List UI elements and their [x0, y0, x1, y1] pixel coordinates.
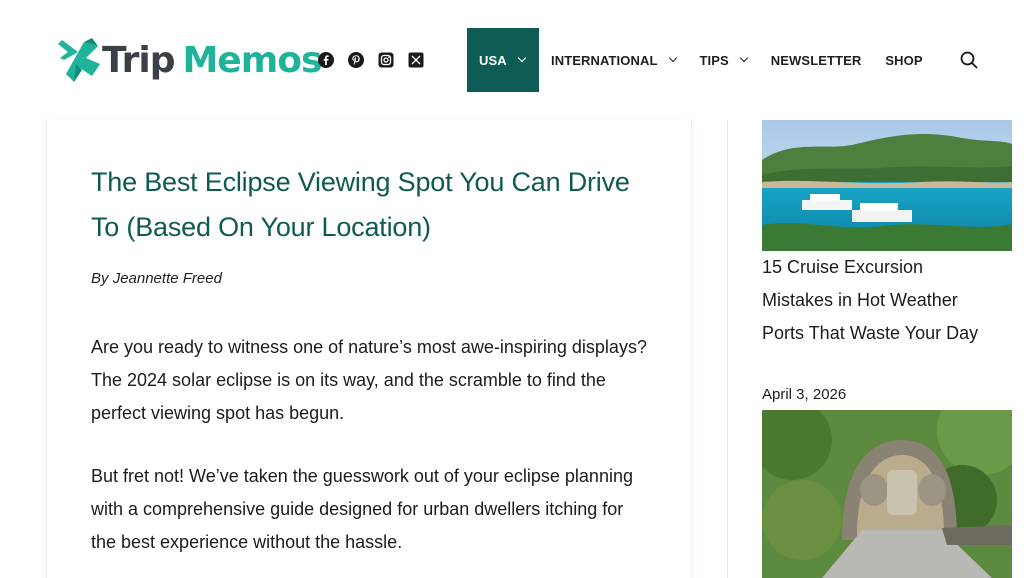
- logo-text-memos: Memos: [182, 39, 322, 81]
- instagram-icon[interactable]: [378, 52, 394, 68]
- site-header: Trip Memos USA INTERNATIONAL TIPS NEWSLET…: [0, 0, 1028, 120]
- nav-item-label: INTERNATIONAL: [551, 52, 658, 68]
- article-paragraph: Are you ready to witness one of nature’s…: [91, 337, 647, 423]
- chevron-down-icon: [668, 53, 677, 63]
- social-links: [318, 52, 424, 68]
- article-title: The Best Eclipse Viewing Spot You Can Dr…: [91, 167, 630, 242]
- sidebar-divider: [727, 120, 728, 578]
- nav-item-label: TIPS: [699, 52, 729, 68]
- site-logo[interactable]: Trip Memos: [56, 34, 322, 86]
- chevron-down-icon: [739, 53, 749, 63]
- logo-plane-icon: [56, 34, 106, 86]
- pinterest-icon[interactable]: [348, 52, 364, 68]
- nav-item-international[interactable]: INTERNATIONAL: [539, 28, 688, 92]
- nav-item-tips[interactable]: TIPS: [688, 28, 759, 92]
- sidebar-post-image[interactable]: [762, 120, 1012, 251]
- logo-text-trip: Trip: [102, 39, 175, 81]
- nav-item-label: NEWSLETTER: [770, 52, 862, 68]
- article-paragraph: But fret not! We’ve taken the guesswork …: [91, 466, 633, 552]
- nav-item-usa[interactable]: USA: [467, 28, 539, 92]
- x-twitter-icon[interactable]: [408, 52, 424, 68]
- nav-item-shop[interactable]: SHOP: [873, 28, 934, 92]
- article-byline: By Jeannette Freed: [91, 270, 222, 287]
- search-icon[interactable]: [960, 51, 978, 69]
- sidebar-post-image[interactable]: [762, 410, 1012, 578]
- nav-item-label: SHOP: [885, 52, 923, 68]
- byline-prefix: By: [91, 270, 109, 287]
- sidebar-post-date: April 3, 2026: [762, 386, 847, 403]
- author-link[interactable]: Jeannette Freed: [113, 270, 222, 287]
- nav-item-newsletter[interactable]: NEWSLETTER: [759, 28, 874, 92]
- nav-item-label: USA: [479, 52, 507, 68]
- facebook-icon[interactable]: [318, 52, 334, 68]
- main-nav: USA INTERNATIONAL TIPS NEWSLETTER SHOP: [467, 28, 935, 92]
- chevron-down-icon: [517, 53, 526, 63]
- sidebar-post-title[interactable]: 15 Cruise Excursion Mistakes in Hot Weat…: [762, 251, 992, 350]
